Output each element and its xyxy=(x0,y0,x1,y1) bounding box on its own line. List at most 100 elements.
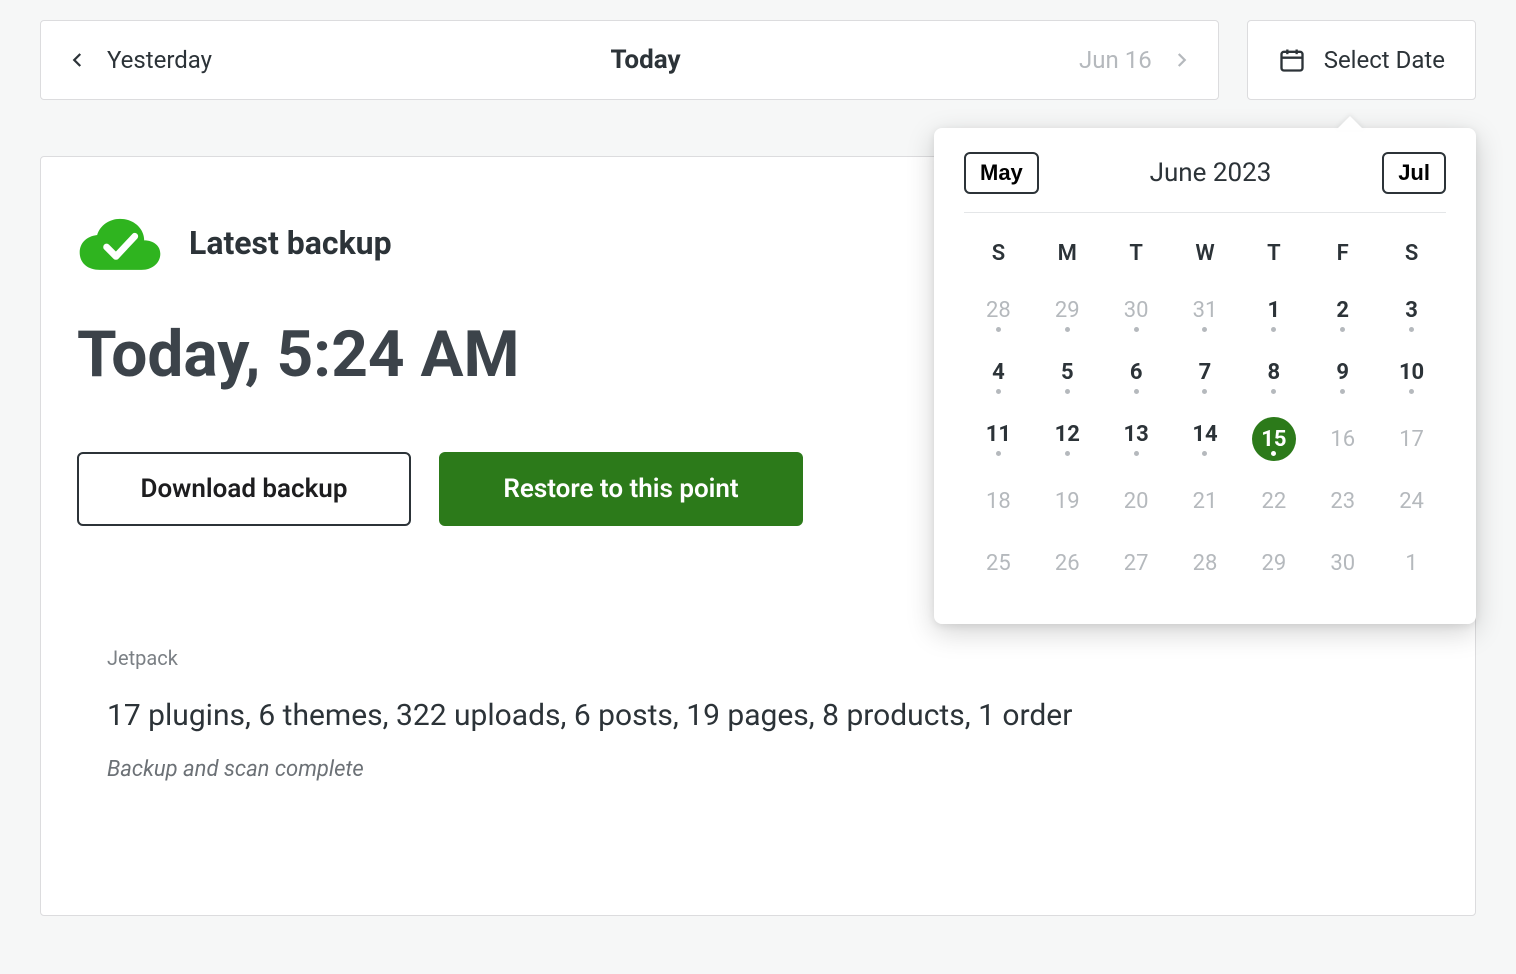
calendar-day: 27 xyxy=(1102,532,1171,594)
calendar-day: 30 xyxy=(1102,284,1171,346)
backup-summary: 17 plugins, 6 themes, 322 uploads, 6 pos… xyxy=(107,698,1427,733)
calendar-day-number: 21 xyxy=(1193,489,1218,514)
calendar-day-number: 19 xyxy=(1055,489,1080,514)
calendar-day-number: 31 xyxy=(1193,298,1218,323)
calendar-day-dot-icon xyxy=(1065,327,1070,332)
calendar-day-dot-icon xyxy=(996,389,1001,394)
date-picker-popover: May June 2023 Jul SMTWTFS282930311234567… xyxy=(934,128,1476,624)
calendar-day-dot-icon xyxy=(1202,327,1207,332)
date-navigation-bar: Yesterday Today Jun 16 Select Date xyxy=(40,20,1476,100)
calendar-dow: M xyxy=(1033,231,1102,284)
calendar-day[interactable]: 14 xyxy=(1171,408,1240,470)
prev-month-button[interactable]: May xyxy=(964,152,1039,194)
calendar-day-number: 25 xyxy=(986,551,1011,576)
next-day-button[interactable]: Jun 16 xyxy=(1079,46,1190,74)
calendar-day-number: 18 xyxy=(986,489,1011,514)
calendar-day[interactable]: 1 xyxy=(1239,284,1308,346)
calendar-day[interactable]: 7 xyxy=(1171,346,1240,408)
calendar-day-dot-icon xyxy=(1409,389,1414,394)
calendar-day: 28 xyxy=(1171,532,1240,594)
calendar-title: June 2023 xyxy=(1150,158,1272,188)
chevron-left-icon xyxy=(69,51,87,69)
calendar-day-number: 20 xyxy=(1124,489,1149,514)
calendar-day-number: 11 xyxy=(986,422,1011,447)
calendar-day[interactable]: 8 xyxy=(1239,346,1308,408)
calendar-day-number: 3 xyxy=(1405,298,1418,323)
calendar-day-number: 1 xyxy=(1268,298,1281,323)
calendar-day[interactable]: 4 xyxy=(964,346,1033,408)
site-name-label: Jetpack xyxy=(107,646,1427,670)
calendar-day-number: 22 xyxy=(1261,489,1286,514)
calendar-day: 24 xyxy=(1377,470,1446,532)
restore-button[interactable]: Restore to this point xyxy=(439,452,803,526)
calendar-day-dot-icon xyxy=(1340,389,1345,394)
calendar-dow: W xyxy=(1171,231,1240,284)
calendar-day[interactable]: 3 xyxy=(1377,284,1446,346)
calendar-day[interactable]: 6 xyxy=(1102,346,1171,408)
chevron-right-icon xyxy=(1172,51,1190,69)
calendar-dow: S xyxy=(964,231,1033,284)
calendar-dow: S xyxy=(1377,231,1446,284)
calendar-day-dot-icon xyxy=(1134,389,1139,394)
latest-backup-title: Latest backup xyxy=(189,224,392,262)
calendar-day-number: 5 xyxy=(1061,360,1074,385)
calendar-day[interactable]: 12 xyxy=(1033,408,1102,470)
calendar-day-number: 30 xyxy=(1124,298,1149,323)
calendar-day-dot-icon xyxy=(1271,327,1276,332)
calendar-day-number: 28 xyxy=(986,298,1011,323)
calendar-day-dot-icon xyxy=(996,451,1001,456)
calendar-day: 26 xyxy=(1033,532,1102,594)
calendar-day-number: 10 xyxy=(1399,360,1424,385)
calendar-day[interactable]: 9 xyxy=(1308,346,1377,408)
calendar-day-dot-icon xyxy=(1065,451,1070,456)
calendar-day[interactable]: 2 xyxy=(1308,284,1377,346)
calendar-day-number: 29 xyxy=(1261,551,1286,576)
calendar-day: 21 xyxy=(1171,470,1240,532)
calendar-day: 29 xyxy=(1033,284,1102,346)
calendar-day-dot-icon xyxy=(1340,327,1345,332)
calendar-day-number: 30 xyxy=(1330,551,1355,576)
calendar-day: 18 xyxy=(964,470,1033,532)
calendar-day-dot-icon xyxy=(1134,451,1139,456)
calendar-dow: F xyxy=(1308,231,1377,284)
calendar-day[interactable]: 5 xyxy=(1033,346,1102,408)
calendar-day-number: 16 xyxy=(1330,427,1355,452)
calendar-day: 19 xyxy=(1033,470,1102,532)
calendar-day[interactable]: 13 xyxy=(1102,408,1171,470)
calendar-day-number: 29 xyxy=(1055,298,1080,323)
calendar-header: May June 2023 Jul xyxy=(964,152,1446,213)
current-day-label: Today xyxy=(611,45,681,75)
download-backup-button[interactable]: Download backup xyxy=(77,452,411,526)
calendar-day: 22 xyxy=(1239,470,1308,532)
calendar-icon xyxy=(1278,46,1306,74)
cloud-check-icon xyxy=(77,213,163,273)
calendar-day: 23 xyxy=(1308,470,1377,532)
calendar-day-dot-icon xyxy=(1065,389,1070,394)
calendar-day-number: 14 xyxy=(1192,422,1217,447)
calendar-day[interactable]: 10 xyxy=(1377,346,1446,408)
calendar-day: 30 xyxy=(1308,532,1377,594)
calendar-day-dot-icon xyxy=(1271,389,1276,394)
prev-day-label: Yesterday xyxy=(107,46,212,74)
backup-status-note: Backup and scan complete xyxy=(107,757,1427,782)
calendar-day-number: 28 xyxy=(1193,551,1218,576)
calendar-dow: T xyxy=(1239,231,1308,284)
date-nav-container: Yesterday Today Jun 16 xyxy=(40,20,1219,100)
calendar-day-dot-icon xyxy=(1202,451,1207,456)
calendar-day: 17 xyxy=(1377,408,1446,470)
calendar-day-number: 4 xyxy=(992,360,1005,385)
prev-day-button[interactable]: Yesterday xyxy=(69,46,212,74)
calendar-day[interactable]: 15 xyxy=(1239,408,1308,470)
calendar-day: 16 xyxy=(1308,408,1377,470)
next-day-label: Jun 16 xyxy=(1079,46,1152,74)
calendar-day-number: 1 xyxy=(1405,551,1417,576)
calendar-day-number: 6 xyxy=(1130,360,1143,385)
select-date-button[interactable]: Select Date xyxy=(1247,20,1476,100)
calendar-grid: SMTWTFS282930311234567891011121314151617… xyxy=(964,231,1446,594)
calendar-day-dot-icon xyxy=(996,327,1001,332)
calendar-day[interactable]: 11 xyxy=(964,408,1033,470)
next-month-button[interactable]: Jul xyxy=(1382,152,1446,194)
calendar-day-number: 9 xyxy=(1336,360,1349,385)
calendar-day-dot-icon xyxy=(1409,327,1414,332)
calendar-day: 29 xyxy=(1239,532,1308,594)
